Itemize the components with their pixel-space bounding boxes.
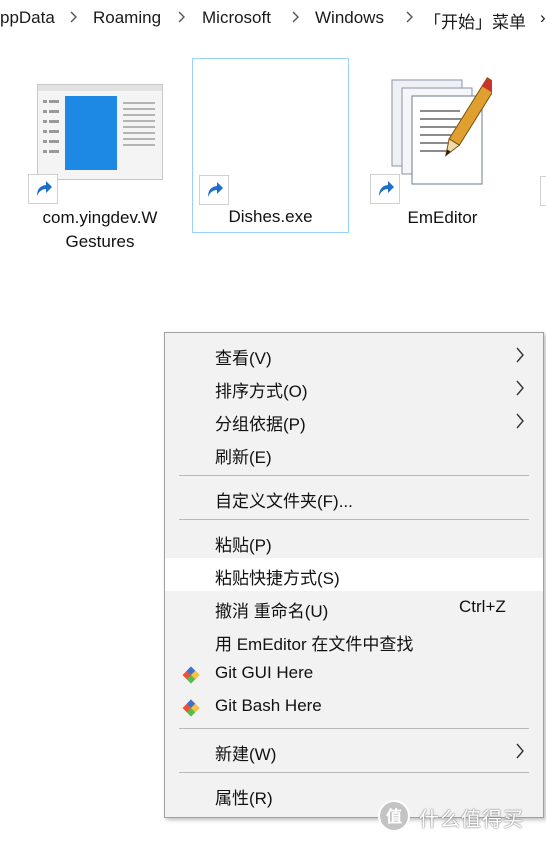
git-icon — [181, 698, 201, 718]
partial-file-icon[interactable] — [540, 176, 546, 206]
chevron-right-icon[interactable] — [70, 9, 78, 25]
menu-item-label: 查看(V) — [215, 349, 272, 368]
emeditor-notepad-icon — [388, 70, 499, 190]
menu-item-label: 分组依据(P) — [215, 415, 306, 434]
menu-item-label: 用 EmEditor 在文件中查找 — [215, 635, 414, 654]
chevron-right-icon — [515, 347, 525, 363]
file-name-line: com.yingdev.W — [42, 208, 158, 227]
menu-item-view[interactable]: 查看(V) — [165, 338, 543, 371]
menu-item-shortcut: Ctrl+Z — [459, 597, 506, 616]
menu-item-label: 排序方式(O) — [215, 382, 308, 401]
chevron-right-icon[interactable] — [406, 9, 414, 25]
menu-item-paste[interactable]: 粘贴(P) — [165, 525, 543, 558]
breadcrumb-item-appdata[interactable]: ppData — [0, 8, 55, 28]
file-item-emeditor[interactable]: EmEditor — [360, 60, 525, 240]
chevron-right-icon — [515, 413, 525, 429]
breadcrumb-item-roaming[interactable]: Roaming — [93, 8, 161, 28]
file-name-line: Gestures — [65, 232, 135, 251]
menu-separator — [179, 519, 529, 520]
menu-item-label: 自定义文件夹(F)... — [215, 492, 353, 511]
shortcut-arrow-icon — [28, 174, 58, 204]
svg-text:值: 值 — [386, 807, 402, 826]
file-name: EmEditor — [407, 208, 478, 227]
file-item-dishes-exe[interactable]: Dishes.exe — [192, 58, 349, 233]
menu-item-label: 撤消 重命名(U) — [215, 602, 329, 621]
menu-item-refresh[interactable]: 刷新(E) — [165, 437, 543, 470]
menu-item-new[interactable]: 新建(W) — [165, 734, 543, 767]
menu-separator — [179, 772, 529, 773]
menu-separator — [179, 728, 529, 729]
git-icon — [181, 665, 201, 685]
menu-item-git-bash[interactable]: Git Bash Here — [165, 690, 543, 723]
menu-item-sort-by[interactable]: 排序方式(O) — [165, 371, 543, 404]
menu-item-label: 刷新(E) — [215, 448, 272, 467]
breadcrumb-overflow[interactable]: › — [540, 8, 546, 28]
menu-item-label: 粘贴快捷方式(S) — [215, 569, 340, 588]
menu-item-undo-rename[interactable]: 撤消 重命名(U) Ctrl+Z — [165, 591, 543, 624]
file-name: Dishes.exe — [228, 207, 313, 226]
menu-item-customize-folder[interactable]: 自定义文件夹(F)... — [165, 481, 543, 514]
breadcrumb-item-start-menu[interactable]: 「开始」菜单 — [424, 8, 526, 33]
menu-item-label: Git Bash Here — [215, 696, 322, 715]
file-item-wgestures[interactable]: com.yingdev.W Gestures — [0, 60, 200, 260]
watermark: 值 什么值得买 — [377, 799, 543, 833]
chevron-right-icon — [515, 743, 525, 759]
menu-separator — [179, 475, 529, 476]
breadcrumb: ppData Roaming Microsoft Windows 「开始」菜单 … — [0, 0, 546, 38]
menu-item-label: Git GUI Here — [215, 663, 314, 682]
shortcut-arrow-icon — [199, 175, 229, 205]
context-menu: 查看(V) 排序方式(O) 分组依据(P) 刷新(E) 自定义文件夹(F)...… — [164, 332, 544, 818]
file-name: com.yingdev.W Gestures — [0, 206, 200, 254]
watermark-logo-icon: 值 — [378, 800, 410, 832]
chevron-right-icon[interactable] — [178, 9, 186, 25]
menu-item-label: 新建(W) — [215, 745, 277, 764]
chevron-right-icon[interactable] — [292, 9, 300, 25]
menu-item-group-by[interactable]: 分组依据(P) — [165, 404, 543, 437]
menu-item-label: 粘贴(P) — [215, 536, 272, 555]
breadcrumb-item-microsoft[interactable]: Microsoft — [202, 8, 271, 28]
watermark-text: 什么值得买 — [419, 809, 524, 831]
chevron-right-icon — [515, 380, 525, 396]
shortcut-arrow-icon — [370, 174, 400, 204]
menu-item-emeditor-find[interactable]: 用 EmEditor 在文件中查找 — [165, 624, 543, 657]
app-window-thumbnail-icon — [37, 84, 163, 180]
menu-item-paste-shortcut[interactable]: 粘贴快捷方式(S) — [165, 558, 543, 591]
menu-item-git-gui[interactable]: Git GUI Here — [165, 657, 543, 690]
breadcrumb-item-windows[interactable]: Windows — [315, 8, 384, 28]
menu-item-label: 属性(R) — [215, 789, 273, 808]
